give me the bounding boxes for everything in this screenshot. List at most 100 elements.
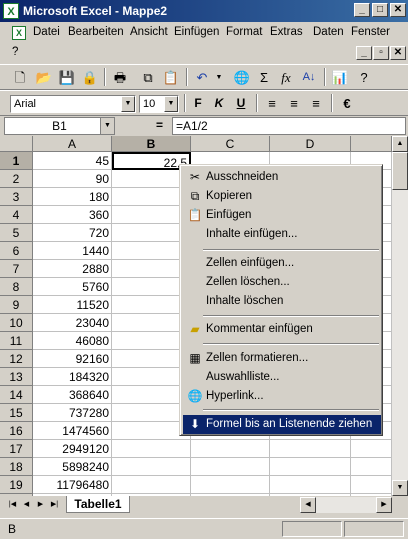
column-header-e[interactable] bbox=[351, 136, 392, 152]
row-header[interactable]: 14 bbox=[0, 386, 33, 404]
vertical-scrollbar[interactable]: ▲ ▼ bbox=[392, 136, 408, 496]
ctx-pick-list[interactable]: Auswahlliste... bbox=[183, 368, 381, 387]
cell-a[interactable]: 2949120 bbox=[33, 440, 112, 458]
help-icon[interactable]: ? bbox=[354, 68, 374, 87]
row-header[interactable]: 9 bbox=[0, 296, 33, 314]
row-header[interactable]: 18 bbox=[0, 458, 33, 476]
cell-a[interactable]: 11520 bbox=[33, 296, 112, 314]
doc-minimize-button[interactable]: _ bbox=[356, 46, 372, 60]
cell-a[interactable]: 1440 bbox=[33, 242, 112, 260]
row-header[interactable]: 11 bbox=[0, 332, 33, 350]
menu-daten[interactable]: Daten bbox=[313, 26, 344, 38]
open-icon[interactable]: 📂 bbox=[34, 68, 54, 87]
cell-a[interactable]: 368640 bbox=[33, 386, 112, 404]
permission-icon[interactable]: 🔒 bbox=[80, 68, 100, 87]
chevron-down-icon[interactable]: ▼ bbox=[121, 96, 135, 112]
ctx-fill-formula-down[interactable]: ⬇ Formel bis an Listenende ziehen bbox=[183, 415, 381, 434]
align-right-icon[interactable]: ≡ bbox=[306, 94, 326, 113]
column-header-b[interactable]: B bbox=[112, 136, 191, 152]
cell-a[interactable]: 11796480 bbox=[33, 476, 112, 494]
ctx-copy[interactable]: ⧉ Kopieren bbox=[183, 187, 381, 206]
cell-a[interactable]: 5898240 bbox=[33, 458, 112, 476]
cell-e[interactable] bbox=[351, 476, 392, 494]
row-header[interactable]: 8 bbox=[0, 278, 33, 296]
cell-a[interactable]: 360 bbox=[33, 206, 112, 224]
row-header[interactable]: 19 bbox=[0, 476, 33, 494]
row-header[interactable]: 15 bbox=[0, 404, 33, 422]
row-header[interactable]: 10 bbox=[0, 314, 33, 332]
save-icon[interactable]: 💾 bbox=[57, 68, 77, 87]
paste-toolbar-icon[interactable]: 📋 bbox=[161, 68, 181, 87]
row-header[interactable]: 17 bbox=[0, 440, 33, 458]
excel-app-icon[interactable]: X bbox=[3, 3, 19, 19]
row-header[interactable]: 2 bbox=[0, 170, 33, 188]
ctx-cut[interactable]: ✂ Ausschneiden bbox=[183, 168, 381, 187]
cell-a[interactable]: 720 bbox=[33, 224, 112, 242]
maximize-button[interactable]: □ bbox=[372, 3, 388, 17]
menu-ansicht[interactable]: Ansicht bbox=[130, 26, 168, 38]
cell-b[interactable] bbox=[112, 440, 191, 458]
cell-a[interactable]: 46080 bbox=[33, 332, 112, 350]
horizontal-scrollbar[interactable]: ◀ ▶ bbox=[300, 497, 392, 513]
ctx-format-cells[interactable]: ▦ Zellen formatieren... bbox=[183, 349, 381, 368]
first-sheet-icon[interactable]: |◀ bbox=[6, 498, 19, 512]
ctx-paste-special[interactable]: Inhalte einfügen... bbox=[183, 225, 381, 244]
cell-a[interactable]: 23040 bbox=[33, 314, 112, 332]
scroll-down-icon[interactable]: ▼ bbox=[392, 480, 408, 496]
align-left-icon[interactable]: ≡ bbox=[262, 94, 282, 113]
formula-input[interactable]: =A1/2 bbox=[172, 117, 406, 135]
chart-wizard-icon[interactable]: 📊 bbox=[330, 68, 350, 87]
cell-d[interactable] bbox=[270, 458, 351, 476]
cell-d[interactable] bbox=[270, 440, 351, 458]
row-header[interactable]: 4 bbox=[0, 206, 33, 224]
copy-toolbar-icon[interactable]: ⧉ bbox=[138, 68, 158, 87]
cell-c[interactable] bbox=[191, 458, 270, 476]
select-all-corner[interactable] bbox=[0, 136, 33, 152]
menu-einfuegen[interactable]: Einfügen bbox=[174, 26, 219, 38]
name-box[interactable]: B1 ▼ bbox=[4, 117, 115, 135]
ctx-clear-contents[interactable]: Inhalte löschen bbox=[183, 292, 381, 311]
autosum-button[interactable]: Σ bbox=[254, 68, 274, 87]
row-header[interactable]: 12 bbox=[0, 350, 33, 368]
row-header[interactable]: 1 bbox=[0, 152, 33, 170]
scroll-thumb[interactable] bbox=[392, 152, 408, 190]
sort-ascending-icon[interactable]: A↓ bbox=[299, 68, 319, 87]
menu-datei[interactable]: Datei bbox=[33, 26, 60, 38]
minimize-button[interactable]: _ bbox=[354, 3, 370, 17]
row-header[interactable]: 3 bbox=[0, 188, 33, 206]
last-sheet-icon[interactable]: ▶| bbox=[48, 498, 61, 512]
menu-fenster[interactable]: Fenster bbox=[351, 26, 390, 38]
cell-c[interactable] bbox=[191, 440, 270, 458]
column-header-d[interactable]: D bbox=[270, 136, 351, 152]
euro-button[interactable]: € bbox=[337, 94, 357, 113]
cell-a[interactable]: 92160 bbox=[33, 350, 112, 368]
new-icon[interactable]: 🗋 bbox=[10, 68, 30, 87]
ctx-hyperlink[interactable]: 🌐 Hyperlink... bbox=[183, 387, 381, 406]
cell-a[interactable]: 180 bbox=[33, 188, 112, 206]
ctx-paste[interactable]: 📋 Einfügen bbox=[183, 206, 381, 225]
cell-a[interactable]: 1474560 bbox=[33, 422, 112, 440]
next-sheet-icon[interactable]: ▶ bbox=[34, 498, 47, 512]
row-header[interactable]: 16 bbox=[0, 422, 33, 440]
doc-restore-button[interactable]: ▫ bbox=[373, 46, 389, 60]
row-header[interactable]: 5 bbox=[0, 224, 33, 242]
document-icon[interactable]: X bbox=[12, 26, 26, 40]
row-header[interactable]: 6 bbox=[0, 242, 33, 260]
prev-sheet-icon[interactable]: ◀ bbox=[20, 498, 33, 512]
close-button[interactable]: ✕ bbox=[390, 3, 406, 17]
scroll-left-icon[interactable]: ◀ bbox=[300, 497, 316, 513]
ctx-insert-cells[interactable]: Zellen einfügen... bbox=[183, 254, 381, 273]
cell-a[interactable]: 90 bbox=[33, 170, 112, 188]
undo-dropdown-icon[interactable]: ▼ bbox=[209, 68, 229, 87]
align-center-icon[interactable]: ≡ bbox=[284, 94, 304, 113]
italic-button[interactable]: K bbox=[209, 94, 229, 113]
cell-e[interactable] bbox=[351, 458, 392, 476]
doc-close-button[interactable]: ✕ bbox=[390, 46, 406, 60]
underline-button[interactable]: U bbox=[231, 94, 251, 113]
column-header-a[interactable]: A bbox=[33, 136, 112, 152]
cell-b[interactable] bbox=[112, 458, 191, 476]
font-name-combo[interactable]: Arial ▼ bbox=[10, 95, 136, 113]
font-size-combo[interactable]: 10 ▼ bbox=[139, 95, 179, 113]
menu-extras[interactable]: Extras bbox=[270, 26, 303, 38]
scroll-right-icon[interactable]: ▶ bbox=[376, 497, 392, 513]
